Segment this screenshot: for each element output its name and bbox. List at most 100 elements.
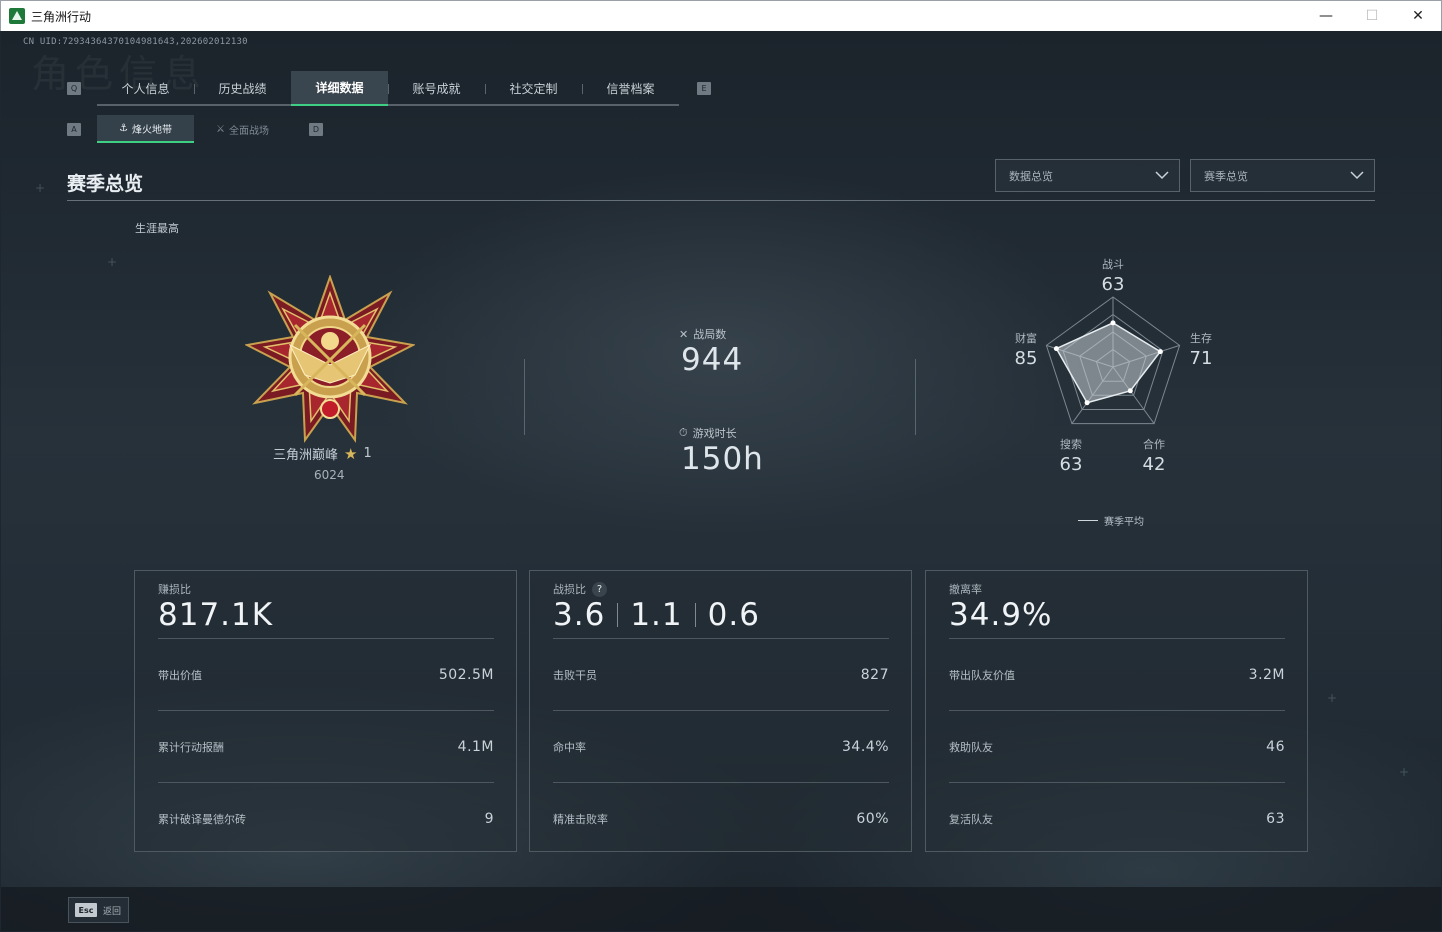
radar-label-combat: 战斗 63 xyxy=(1093,256,1133,295)
list-item: 精准击败率 60% xyxy=(553,782,889,854)
card-main-value-text: 817.1K xyxy=(158,597,274,633)
rank-medal-icon xyxy=(245,275,415,443)
close-button[interactable]: ✕ xyxy=(1395,1,1441,31)
stat-value: 60% xyxy=(856,810,889,827)
stopwatch-icon: ⏱ xyxy=(679,426,688,439)
radar-axis-value: 63 xyxy=(1059,454,1083,475)
chevron-down-icon xyxy=(1155,171,1169,180)
profit-ratio-card: 赚损比 817.1K 带出价值 502.5M 累计行动报酬 4.1M 累计破译曼… xyxy=(134,570,517,852)
tab-detailed-data[interactable]: 详细数据 xyxy=(291,71,388,106)
subtab-label: 烽火地带 xyxy=(131,124,172,136)
crosshair-decoration: + xyxy=(1327,691,1338,705)
kd-value-1: 3.6 xyxy=(553,597,606,633)
stat-name: 带出队友价值 xyxy=(949,668,1015,682)
playtime-value: 150h xyxy=(681,441,764,477)
radar-label-wealth: 财富 85 xyxy=(1006,330,1046,369)
stat-name: 复活队友 xyxy=(949,812,993,826)
maximize-button[interactable]: ☐ xyxy=(1349,1,1395,31)
card-main-value: 3.6 1.1 0.6 xyxy=(553,597,760,633)
card-main-value: 817.1K xyxy=(158,597,273,633)
beacon-icon: ⚓ xyxy=(119,122,128,134)
stat-name: 累计行动报酬 xyxy=(158,740,224,754)
tab-social-customization[interactable]: 社交定制 xyxy=(485,71,582,106)
matches-label: ✕ 战局数 xyxy=(679,326,726,342)
career-best-label: 生涯最高 xyxy=(135,222,179,235)
key-hint-q: Q xyxy=(67,82,81,95)
subtab-warfare[interactable]: ⚔ 全面战场 xyxy=(194,115,291,143)
esc-key-icon: Esc xyxy=(75,903,97,917)
matches-value: 944 xyxy=(681,342,744,378)
radar-value-shape xyxy=(1055,322,1162,404)
game-viewport: 角色信息 CN UID:7293436437010498164​3,202602… xyxy=(1,31,1441,931)
uid-text: CN UID:7293436437010498164​3,20260201213… xyxy=(23,37,248,47)
radar-axis-value: 71 xyxy=(1189,348,1213,369)
radar-legend: 赛季平均 xyxy=(1078,513,1144,528)
list-item: 带出价值 502.5M xyxy=(158,638,494,710)
back-button[interactable]: Esc 返回 xyxy=(68,897,129,923)
tab-match-history[interactable]: 历史战绩 xyxy=(194,71,291,106)
stat-name: 带出价值 xyxy=(158,668,202,682)
stat-value: 9 xyxy=(484,810,494,827)
battlefield-icon: ⚔ xyxy=(216,123,225,135)
card-label: 撤离率 xyxy=(949,581,982,597)
list-item: 带出队友价值 3.2M xyxy=(949,638,1285,710)
list-item: 击败干员 827 xyxy=(553,638,889,710)
list-item: 命中率 34.4% xyxy=(553,710,889,782)
radar-axis-name: 搜索 xyxy=(1060,438,1082,451)
kd-value-2: 1.1 xyxy=(630,597,683,633)
list-item: 救助队友 46 xyxy=(949,710,1285,782)
kd-value-3: 0.6 xyxy=(707,597,760,633)
card-label: 赚损比 xyxy=(158,581,191,597)
crosshair-decoration: + xyxy=(1399,765,1410,779)
card-rows: 击败干员 827 命中率 34.4% 精准击败率 60% xyxy=(553,638,889,854)
card-rows: 带出队友价值 3.2M 救助队友 46 复活队友 63 xyxy=(949,638,1285,854)
stat-name: 击败干员 xyxy=(553,668,597,682)
divider xyxy=(915,359,916,435)
season-dropdown[interactable]: 赛季总览 xyxy=(1190,159,1375,192)
radar-point xyxy=(1157,349,1163,355)
bottom-bar xyxy=(1,887,1441,931)
radar-axis-value: 85 xyxy=(1014,348,1038,369)
subtab-operations[interactable]: ⚓ 烽火地带 xyxy=(97,115,194,143)
crossed-swords-icon: ✕ xyxy=(679,327,689,341)
card-main-value: 34.9% xyxy=(949,597,1052,633)
main-tabs: 个人信息 历史战绩 详细数据 账号成就 社交定制 信誉档案 xyxy=(97,71,679,106)
extraction-rate-card: 撤离率 34.9% 带出队友价值 3.2M 救助队友 46 复活队友 63 xyxy=(925,570,1308,852)
subtab-label: 全面战场 xyxy=(228,125,269,137)
card-label: 战损比 ? xyxy=(553,581,607,597)
stat-value: 63 xyxy=(1266,810,1285,827)
help-icon[interactable]: ? xyxy=(592,581,607,597)
data-overview-dropdown[interactable]: 数据总览 xyxy=(995,159,1180,192)
kd-ratio-card: 战损比 ? 3.6 1.1 0.6 击败干员 827 命中率 34.4% 精准击… xyxy=(529,570,912,852)
stat-name: 累计破译曼德尔砖 xyxy=(158,812,246,826)
star-icon: ★ xyxy=(344,444,358,463)
tab-achievements[interactable]: 账号成就 xyxy=(388,71,485,106)
radar-point xyxy=(1127,388,1133,394)
dropdown-value: 数据总览 xyxy=(1009,169,1053,183)
key-hint-e: E xyxy=(697,82,711,95)
tab-personal-info[interactable]: 个人信息 xyxy=(97,71,194,106)
radar-point xyxy=(1110,320,1116,326)
tab-credit-record[interactable]: 信誉档案 xyxy=(582,71,679,106)
divider xyxy=(524,359,525,435)
dropdown-value: 赛季总览 xyxy=(1204,169,1248,183)
stat-name: 救助队友 xyxy=(949,740,993,754)
legend-label: 赛季平均 xyxy=(1104,517,1144,528)
window-controls: — ☐ ✕ xyxy=(1303,1,1441,31)
chevron-down-icon xyxy=(1350,171,1364,180)
stat-value: 827 xyxy=(860,666,889,683)
window-title: 三角洲行动 xyxy=(31,9,92,24)
list-item: 累计破译曼德尔砖 9 xyxy=(158,782,494,854)
minimize-button[interactable]: — xyxy=(1303,1,1349,31)
window-titlebar: 三角洲行动 — ☐ ✕ xyxy=(0,0,1442,31)
stat-value: 502.5M xyxy=(438,666,494,683)
playtime-label-text: 游戏时长 xyxy=(692,427,737,440)
card-label-text: 撤离率 xyxy=(949,583,982,596)
stat-value: 4.1M xyxy=(457,738,494,755)
page-title: 赛季总览 xyxy=(67,173,144,195)
rank-star-count: 1 xyxy=(363,446,372,461)
legend-line xyxy=(1078,520,1098,521)
radar-point xyxy=(1053,346,1059,352)
rank-title: 三角洲巅峰 ★ 1 xyxy=(273,444,372,464)
stat-value: 46 xyxy=(1266,738,1285,755)
